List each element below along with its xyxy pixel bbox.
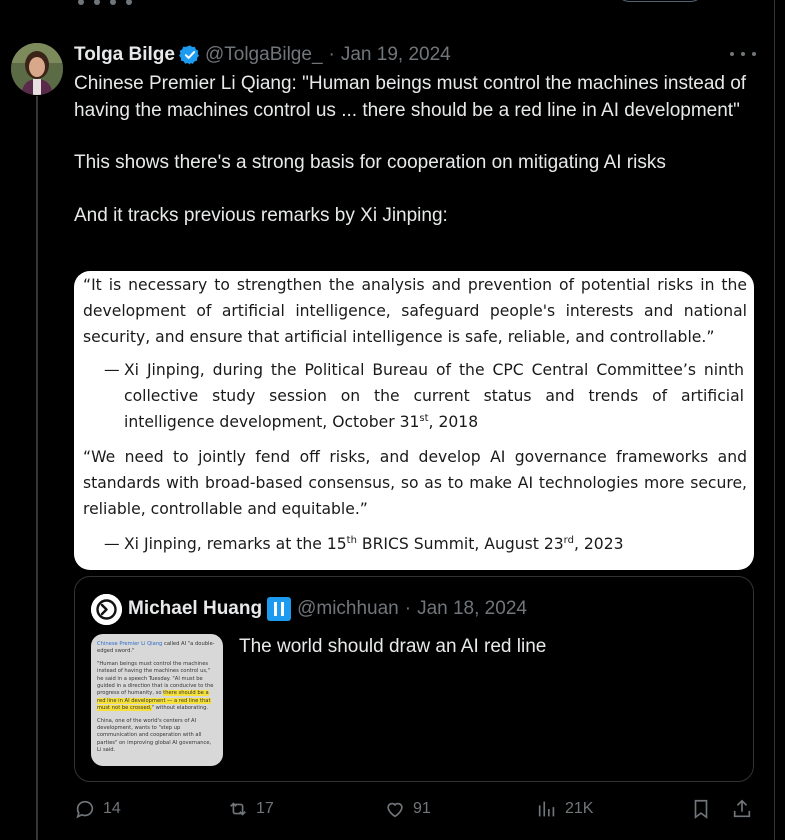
quote-text-2: “We need to jointly fend off risks, and …: [83, 448, 747, 518]
like-count: 91: [413, 800, 431, 817]
tweet-text: Chinese Premier Li Qiang: "Human beings …: [74, 71, 764, 229]
quoted-author-handle: @michhuan: [297, 598, 399, 619]
bookmark-icon: [694, 799, 708, 819]
tweet-action-bar: 14 17 91 21K: [74, 798, 764, 828]
reply-button-remnant[interactable]: [614, 0, 706, 2]
header-separator: ·: [328, 44, 335, 65]
tweet-image[interactable]: “It is necessary to strengthen the analy…: [74, 271, 754, 570]
more-options-icon[interactable]: [730, 44, 756, 64]
author-handle[interactable]: @TolgaBilge_: [205, 44, 323, 66]
quoted-avatar-logo-icon: [91, 594, 122, 625]
repost-icon: [230, 802, 246, 816]
views-chart-icon: [538, 801, 555, 817]
tweet-date[interactable]: Jan 19, 2024: [341, 44, 451, 66]
quoted-tweet-date: Jan 18, 2024: [417, 598, 527, 619]
quoted-author-avatar[interactable]: [91, 594, 122, 625]
quote-text-1: “It is necessary to strengthen the analy…: [83, 276, 747, 346]
author-avatar[interactable]: [11, 43, 63, 95]
bookmark-button[interactable]: [690, 798, 712, 820]
previous-tweet-remnant: [0, 0, 785, 10]
views-button[interactable]: 21K: [536, 798, 593, 820]
repost-button[interactable]: 17: [227, 798, 274, 820]
quoted-tweet-text: The world should draw an AI red line: [239, 636, 547, 657]
quoted-tweet[interactable]: Michael Huang @michhuan · Jan 18, 2024 C…: [74, 576, 754, 782]
share-button[interactable]: [731, 798, 753, 820]
heart-icon: [387, 802, 403, 818]
reply-count: 14: [103, 800, 121, 817]
tweet-paragraph: Chinese Premier Li Qiang: "Human beings …: [74, 73, 747, 121]
author-name[interactable]: Tolga Bilge: [74, 44, 175, 66]
tweet-paragraph: And it tracks previous remarks by Xi Jin…: [74, 204, 448, 226]
pause-emoji-icon: [267, 597, 292, 621]
share-icon: [733, 799, 751, 818]
quoted-tweet-image[interactable]: Chinese Premier Li Qiang called AI "a do…: [91, 634, 223, 766]
column-divider: [774, 0, 775, 840]
views-count: 21K: [565, 800, 594, 817]
tweet-paragraph: This shows there's a strong basis for co…: [74, 152, 666, 173]
repost-count: 17: [256, 800, 274, 817]
quoted-tweet-header: Michael Huang @michhuan · Jan 18, 2024: [128, 597, 527, 621]
reply-icon: [76, 800, 94, 819]
quoted-header-separator: ·: [404, 598, 412, 619]
quote-attribution-2: — Xi Jinping, remarks at the 15th BRICS …: [104, 535, 624, 553]
avatar-image: [11, 43, 63, 95]
thread-connector-line: [36, 96, 38, 840]
tweet-header: Tolga Bilge @TolgaBilge_ · Jan 19, 2024: [74, 43, 451, 67]
quoted-author-name: Michael Huang: [128, 598, 263, 619]
verified-badge-icon[interactable]: [179, 44, 201, 66]
reply-button[interactable]: 14: [74, 798, 121, 820]
like-button[interactable]: 91: [384, 798, 431, 820]
quote-attribution-1: — Xi Jinping, during the Political Burea…: [104, 361, 744, 431]
